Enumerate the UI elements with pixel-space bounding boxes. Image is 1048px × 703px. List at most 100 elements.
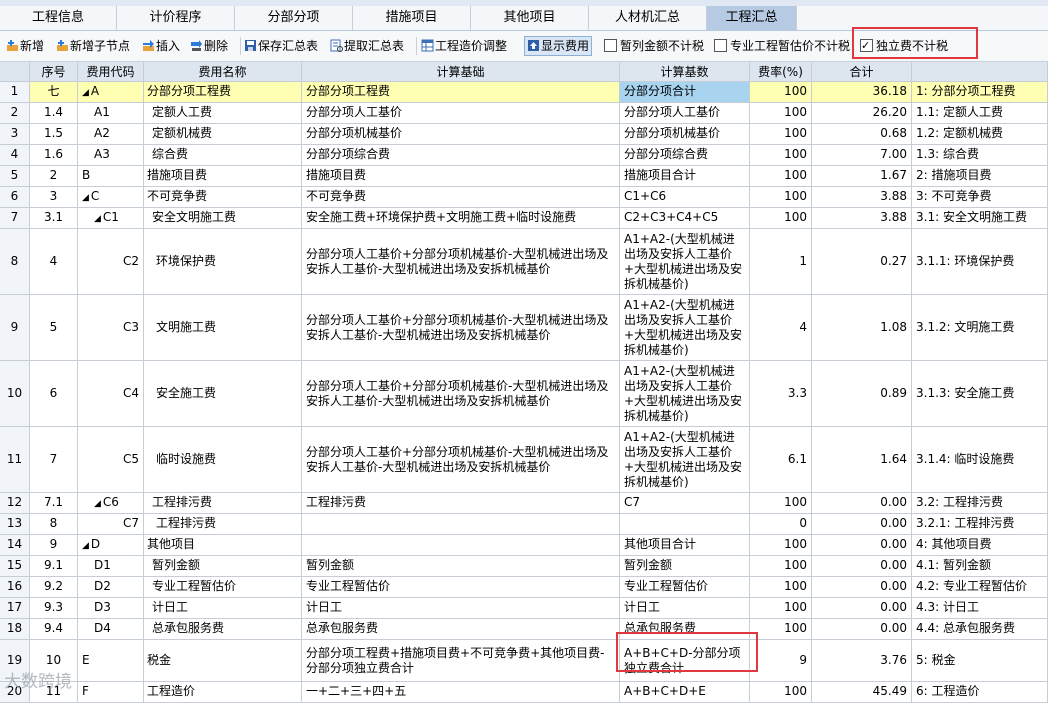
special-no-tax-checkbox[interactable]: 专业工程暂估价不计税	[714, 37, 850, 55]
total-cell[interactable]: 0.00	[812, 577, 912, 598]
code-cell[interactable]: D1	[78, 556, 144, 577]
seq-cell[interactable]: 1.5	[30, 124, 78, 145]
base-cell[interactable]: A1+A2-(大型机械进出场及安拆人工基价+大型机械进出场及安拆机械基价)	[620, 229, 750, 295]
seq-cell[interactable]: 9.3	[30, 598, 78, 619]
code-cell[interactable]: ◢ C6	[78, 493, 144, 514]
code-cell[interactable]: C3	[78, 295, 144, 361]
code-cell[interactable]: ◢ A	[78, 82, 144, 103]
name-cell[interactable]: 工程排污费	[144, 514, 302, 535]
desc-cell[interactable]: 4.4: 总承包服务费	[912, 619, 1048, 640]
rate-cell[interactable]: 100	[750, 577, 812, 598]
code-cell[interactable]: ◢ D	[78, 535, 144, 556]
desc-cell[interactable]: 1: 分部分项工程费	[912, 82, 1048, 103]
insert-button[interactable]: 插入	[142, 37, 180, 55]
desc-cell[interactable]: 5: 税金	[912, 640, 1048, 682]
table-row[interactable]: 18 9.4 D4 总承包服务费 总承包服务费 总承包服务费 100 0.00 4.4: 总承包…	[0, 619, 1048, 640]
total-cell[interactable]: 3.88	[812, 208, 912, 229]
table-row[interactable]: 10 6 C4 安全施工费 分部分项人工基价+分部分项机械基价-大型机械进出场及安拆人工…	[0, 361, 1048, 427]
total-cell[interactable]: 0.00	[812, 493, 912, 514]
name-cell[interactable]: 工程造价	[144, 682, 302, 703]
basis-cell[interactable]: 分部分项工程费	[302, 82, 620, 103]
basis-cell[interactable]: 安全施工费+环境保护费+文明施工费+临时设施费	[302, 208, 620, 229]
total-cell[interactable]: 7.00	[812, 145, 912, 166]
seq-cell[interactable]: 3	[30, 187, 78, 208]
name-cell[interactable]: 暂列金额	[144, 556, 302, 577]
desc-cell[interactable]: 4: 其他项目费	[912, 535, 1048, 556]
basis-cell[interactable]: 计日工	[302, 598, 620, 619]
table-row[interactable]: 16 9.2 D2 专业工程暂估价 专业工程暂估价 专业工程暂估价 100 0.00 4.2: …	[0, 577, 1048, 598]
desc-cell[interactable]: 1.3: 综合费	[912, 145, 1048, 166]
base-cell[interactable]: 分部分项人工基价	[620, 103, 750, 124]
base-cell[interactable]: 分部分项合计	[620, 82, 750, 103]
total-cell[interactable]: 26.20	[812, 103, 912, 124]
code-cell[interactable]: ◢ C	[78, 187, 144, 208]
seq-cell[interactable]: 6	[30, 361, 78, 427]
rate-cell[interactable]: 100	[750, 619, 812, 640]
base-cell[interactable]: 专业工程暂估价	[620, 577, 750, 598]
seq-cell[interactable]: 七	[30, 82, 78, 103]
show-fee-button[interactable]: 显示费用	[524, 36, 593, 56]
tab-5[interactable]: 其他项目	[471, 6, 589, 30]
seq-cell[interactable]: 7.1	[30, 493, 78, 514]
rate-cell[interactable]: 100	[750, 598, 812, 619]
name-cell[interactable]: 综合费	[144, 145, 302, 166]
table-row[interactable]: 14 9 ◢ D 其他项目 其他项目合计 100 0.00 4: 其他项目费	[0, 535, 1048, 556]
save-summary-button[interactable]: 保存汇总表	[244, 37, 318, 55]
base-cell[interactable]	[620, 514, 750, 535]
name-cell[interactable]: 分部分项工程费	[144, 82, 302, 103]
collapse-triangle-icon[interactable]: ◢	[82, 88, 89, 98]
desc-cell[interactable]: 3.1.2: 文明施工费	[912, 295, 1048, 361]
rate-cell[interactable]: 100	[750, 493, 812, 514]
name-cell[interactable]: 临时设施费	[144, 427, 302, 493]
basis-cell[interactable]: 分部分项人工基价+分部分项机械基价-大型机械进出场及安拆人工基价-大型机械进出场…	[302, 295, 620, 361]
desc-cell[interactable]: 6: 工程造价	[912, 682, 1048, 703]
table-row[interactable]: 7 3.1 ◢ C1 安全文明施工费 安全施工费+环境保护费+文明施工费+临时设施费 C2+…	[0, 208, 1048, 229]
rate-cell[interactable]: 100	[750, 682, 812, 703]
tab-3[interactable]: 分部分项	[235, 6, 353, 30]
name-cell[interactable]: 不可竞争费	[144, 187, 302, 208]
total-cell[interactable]: 0.00	[812, 598, 912, 619]
total-cell[interactable]: 3.88	[812, 187, 912, 208]
total-cell[interactable]: 3.76	[812, 640, 912, 682]
total-cell[interactable]: 1.67	[812, 166, 912, 187]
table-row[interactable]: 17 9.3 D3 计日工 计日工 计日工 100 0.00 4.3: 计日工	[0, 598, 1048, 619]
code-cell[interactable]: D2	[78, 577, 144, 598]
name-cell[interactable]: 税金	[144, 640, 302, 682]
code-cell[interactable]: E	[78, 640, 144, 682]
extract-summary-button[interactable]: 提取汇总表	[330, 37, 404, 55]
desc-cell[interactable]: 3.1.3: 安全施工费	[912, 361, 1048, 427]
base-cell[interactable]: A1+A2-(大型机械进出场及安拆人工基价+大型机械进出场及安拆机械基价)	[620, 295, 750, 361]
basis-cell[interactable]: 分部分项工程费+措施项目费+不可竞争费+其他项目费-分部分项独立费合计	[302, 640, 620, 682]
code-cell[interactable]: A3	[78, 145, 144, 166]
basis-cell[interactable]	[302, 514, 620, 535]
basis-cell[interactable]: 分部分项机械基价	[302, 124, 620, 145]
table-row[interactable]: 9 5 C3 文明施工费 分部分项人工基价+分部分项机械基价-大型机械进出场及安拆人工基…	[0, 295, 1048, 361]
table-row[interactable]: 1 七 ◢ A 分部分项工程费 分部分项工程费 分部分项合计 100 36.18 1: 分部分项工…	[0, 82, 1048, 103]
desc-cell[interactable]: 2: 措施项目费	[912, 166, 1048, 187]
base-cell[interactable]: 暂列金额	[620, 556, 750, 577]
code-cell[interactable]: ◢ C1	[78, 208, 144, 229]
name-cell[interactable]: 措施项目费	[144, 166, 302, 187]
rate-cell[interactable]: 100	[750, 556, 812, 577]
name-cell[interactable]: 安全文明施工费	[144, 208, 302, 229]
collapse-triangle-icon[interactable]: ◢	[94, 214, 101, 224]
name-cell[interactable]: 安全施工费	[144, 361, 302, 427]
rate-cell[interactable]: 100	[750, 145, 812, 166]
rate-cell[interactable]: 1	[750, 229, 812, 295]
seq-cell[interactable]: 9.2	[30, 577, 78, 598]
basis-cell[interactable]: 分部分项人工基价+分部分项机械基价-大型机械进出场及安拆人工基价-大型机械进出场…	[302, 427, 620, 493]
code-cell[interactable]: D3	[78, 598, 144, 619]
desc-cell[interactable]: 3.1.4: 临时设施费	[912, 427, 1048, 493]
table-row[interactable]: 6 3 ◢ C 不可竞争费 不可竞争费 C1+C6 100 3.88 3: 不可竞争费	[0, 187, 1048, 208]
basis-cell[interactable]: 工程排污费	[302, 493, 620, 514]
table-row[interactable]: 11 7 C5 临时设施费 分部分项人工基价+分部分项机械基价-大型机械进出场及安拆人工…	[0, 427, 1048, 493]
table-row[interactable]: 2 1.4 A1 定额人工费 分部分项人工基价 分部分项人工基价 100 26.20 1.1: …	[0, 103, 1048, 124]
basis-cell[interactable]: 措施项目费	[302, 166, 620, 187]
desc-cell[interactable]: 3.2: 工程排污费	[912, 493, 1048, 514]
basis-cell[interactable]: 分部分项人工基价+分部分项机械基价-大型机械进出场及安拆人工基价-大型机械进出场…	[302, 361, 620, 427]
checkbox-box[interactable]	[604, 39, 617, 52]
code-cell[interactable]: C7	[78, 514, 144, 535]
collapse-triangle-icon[interactable]: ◢	[82, 193, 89, 203]
base-cell[interactable]: C7	[620, 493, 750, 514]
desc-cell[interactable]: 3.2.1: 工程排污费	[912, 514, 1048, 535]
